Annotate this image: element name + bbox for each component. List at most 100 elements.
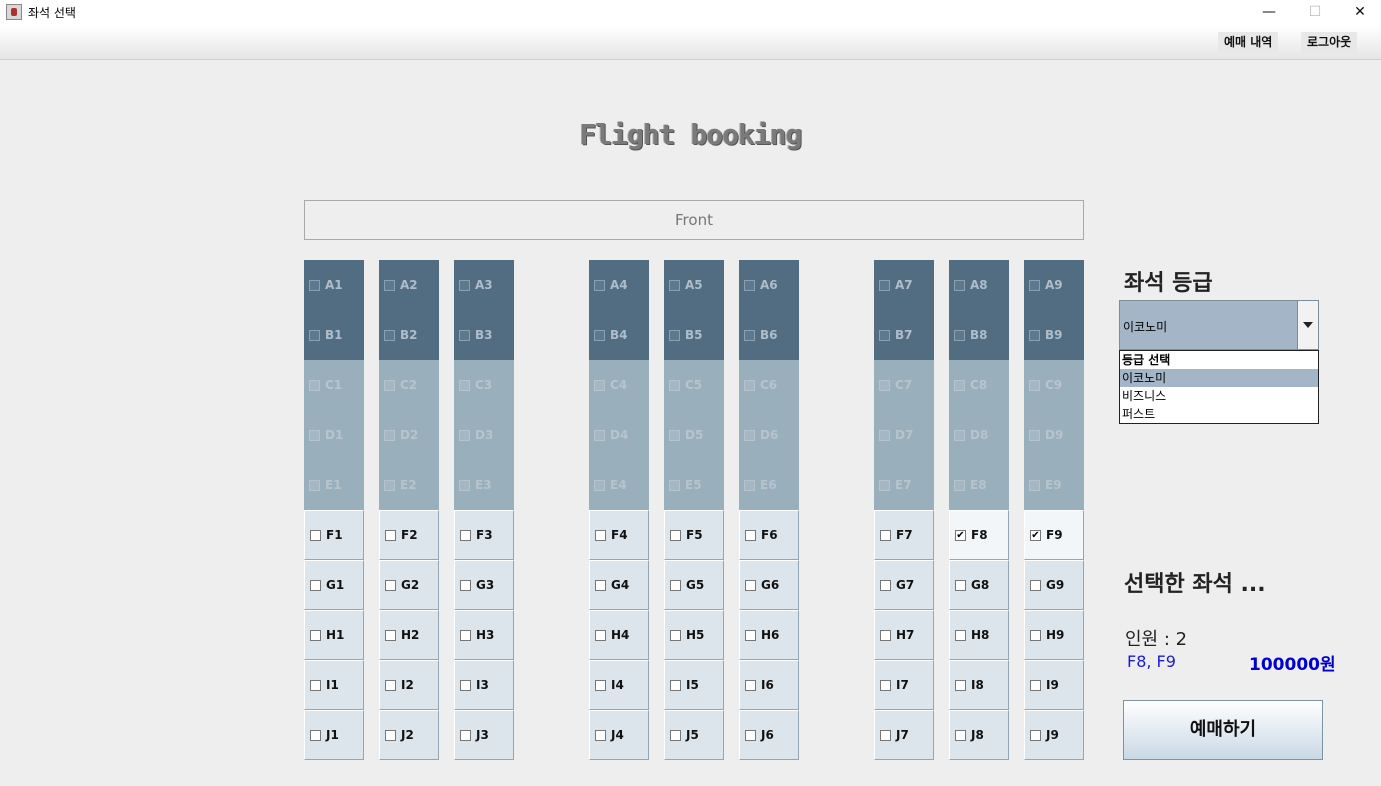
seat-checkbox[interactable]: [460, 529, 471, 541]
seat-j6[interactable]: J6: [739, 710, 799, 760]
seat-checkbox[interactable]: [745, 679, 756, 691]
seat-f1[interactable]: F1: [304, 510, 364, 560]
seat-checkbox[interactable]: [1030, 629, 1041, 641]
seat-j4[interactable]: J4: [589, 710, 649, 760]
seat-f3[interactable]: F3: [454, 510, 514, 560]
seat-i7[interactable]: I7: [874, 660, 934, 710]
seat-i9[interactable]: I9: [1024, 660, 1084, 710]
seat-checkbox[interactable]: [880, 629, 891, 641]
seat-i8[interactable]: I8: [949, 660, 1009, 710]
minimize-button[interactable]: —: [1246, 0, 1292, 26]
seat-f4[interactable]: F4: [589, 510, 649, 560]
seat-checkbox[interactable]: [880, 679, 891, 691]
seat-g5[interactable]: G5: [664, 560, 724, 610]
seat-checkbox[interactable]: [745, 629, 756, 641]
seat-f2[interactable]: F2: [379, 510, 439, 560]
maximize-button[interactable]: ☐: [1292, 0, 1338, 26]
seat-checkbox[interactable]: [670, 679, 681, 691]
seat-checkbox[interactable]: [595, 529, 606, 541]
seat-f7[interactable]: F7: [874, 510, 934, 560]
seat-j7[interactable]: J7: [874, 710, 934, 760]
seat-j2[interactable]: J2: [379, 710, 439, 760]
grade-option-business[interactable]: 비즈니스: [1120, 387, 1318, 405]
chevron-down-icon[interactable]: [1297, 301, 1318, 349]
seat-g8[interactable]: G8: [949, 560, 1009, 610]
seat-checkbox[interactable]: [460, 579, 471, 591]
seat-j3[interactable]: J3: [454, 710, 514, 760]
seat-i4[interactable]: I4: [589, 660, 649, 710]
grade-option-economy[interactable]: 이코노미: [1120, 369, 1318, 387]
seat-h1[interactable]: H1: [304, 610, 364, 660]
seat-checkbox[interactable]: [595, 629, 606, 641]
seat-h4[interactable]: H4: [589, 610, 649, 660]
seat-f9[interactable]: ✔ F9: [1024, 510, 1084, 560]
seat-checkbox[interactable]: [955, 729, 966, 741]
seat-checkbox[interactable]: [670, 729, 681, 741]
logout-button[interactable]: 로그아웃: [1301, 32, 1358, 53]
booking-history-button[interactable]: 예매 내역: [1218, 32, 1279, 53]
grade-option-placeholder[interactable]: 등급 선택: [1120, 351, 1318, 369]
book-button[interactable]: 예매하기: [1123, 700, 1323, 760]
seat-h8[interactable]: H8: [949, 610, 1009, 660]
seat-checkbox[interactable]: [745, 729, 756, 741]
seat-checkbox[interactable]: [955, 679, 966, 691]
seat-i3[interactable]: I3: [454, 660, 514, 710]
seat-g3[interactable]: G3: [454, 560, 514, 610]
seat-checkbox[interactable]: [385, 529, 396, 541]
seat-i6[interactable]: I6: [739, 660, 799, 710]
seat-checkbox[interactable]: [1030, 579, 1041, 591]
seat-checkbox[interactable]: [310, 629, 321, 641]
seat-checkbox[interactable]: [460, 679, 471, 691]
seat-checkbox[interactable]: [310, 529, 321, 541]
seat-checkbox[interactable]: [670, 629, 681, 641]
seat-i5[interactable]: I5: [664, 660, 724, 710]
seat-g1[interactable]: G1: [304, 560, 364, 610]
seat-g9[interactable]: G9: [1024, 560, 1084, 610]
grade-option-first[interactable]: 퍼스트: [1120, 405, 1318, 423]
seat-checkbox[interactable]: [1030, 679, 1041, 691]
seat-g6[interactable]: G6: [739, 560, 799, 610]
seat-j5[interactable]: J5: [664, 710, 724, 760]
seat-checkbox[interactable]: [880, 529, 891, 541]
seat-checkbox[interactable]: [310, 729, 321, 741]
seat-h6[interactable]: H6: [739, 610, 799, 660]
seat-g7[interactable]: G7: [874, 560, 934, 610]
seat-checkbox[interactable]: [880, 729, 891, 741]
seat-grade-select[interactable]: 이코노미: [1119, 300, 1319, 350]
seat-h7[interactable]: H7: [874, 610, 934, 660]
seat-checkbox[interactable]: [880, 579, 891, 591]
seat-checkbox[interactable]: [385, 579, 396, 591]
seat-i2[interactable]: I2: [379, 660, 439, 710]
seat-checkbox[interactable]: [670, 579, 681, 591]
seat-checkbox[interactable]: [595, 679, 606, 691]
seat-h9[interactable]: H9: [1024, 610, 1084, 660]
seat-i1[interactable]: I1: [304, 660, 364, 710]
seat-f5[interactable]: F5: [664, 510, 724, 560]
seat-checkbox[interactable]: [670, 529, 681, 541]
seat-checkbox[interactable]: [460, 629, 471, 641]
seat-checkbox[interactable]: [310, 579, 321, 591]
seat-checkbox[interactable]: [385, 629, 396, 641]
seat-h5[interactable]: H5: [664, 610, 724, 660]
close-button[interactable]: ✕: [1337, 0, 1381, 26]
seat-f6[interactable]: F6: [739, 510, 799, 560]
seat-checkbox[interactable]: [1030, 729, 1041, 741]
seat-checkbox[interactable]: [595, 729, 606, 741]
seat-checkbox[interactable]: [955, 629, 966, 641]
seat-checkbox[interactable]: [385, 729, 396, 741]
seat-checkbox[interactable]: [955, 579, 966, 591]
seat-g4[interactable]: G4: [589, 560, 649, 610]
seat-j8[interactable]: J8: [949, 710, 1009, 760]
seat-checkbox[interactable]: ✔: [1030, 529, 1041, 541]
seat-checkbox[interactable]: [310, 679, 321, 691]
seat-g2[interactable]: G2: [379, 560, 439, 610]
seat-j9[interactable]: J9: [1024, 710, 1084, 760]
seat-j1[interactable]: J1: [304, 710, 364, 760]
seat-h3[interactable]: H3: [454, 610, 514, 660]
seat-checkbox[interactable]: [745, 579, 756, 591]
seat-h2[interactable]: H2: [379, 610, 439, 660]
seat-checkbox[interactable]: [385, 679, 396, 691]
seat-checkbox[interactable]: [460, 729, 471, 741]
seat-checkbox[interactable]: ✔: [955, 529, 966, 541]
seat-checkbox[interactable]: [745, 529, 756, 541]
